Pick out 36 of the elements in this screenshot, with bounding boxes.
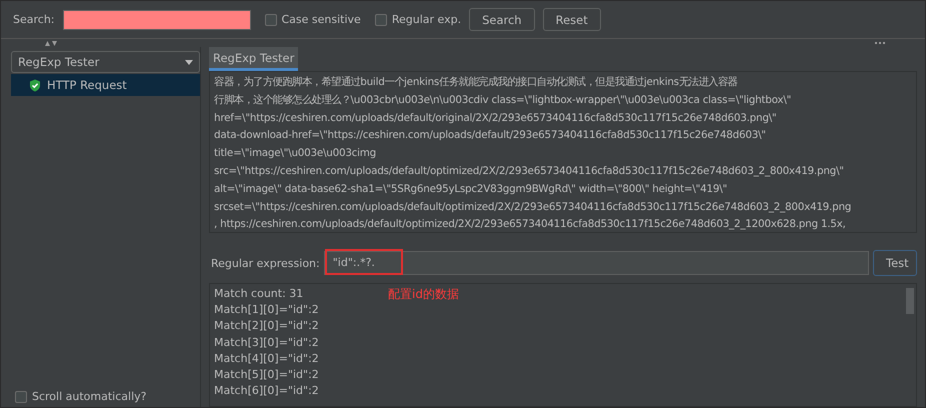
regular-exp-checkbox[interactable]: Regular exp. bbox=[374, 13, 462, 26]
response-line: , https://ceshiren.com/uploads/default/optimized/2X/2/293e6573404116cfa8d530c117f15c26e748d603_2_1200x628.png 1.5x, bbox=[214, 217, 847, 232]
response-line: href=\"https://ceshiren.com/uploads/default/original/2X/2/293e6573404116cfa8d530c117f15c26e748d603.png\" bbox=[214, 110, 778, 126]
result-line: Match count: 31 bbox=[214, 286, 304, 302]
result-line: Match[1][0]="id":2 bbox=[214, 302, 319, 318]
case-sensitive-checkbox[interactable]: Case sensitive bbox=[264, 13, 361, 26]
regex-label: Regular expression: bbox=[211, 256, 320, 270]
tree-item[interactable]: HTTP Request bbox=[11, 74, 200, 96]
reset-button[interactable]: Reset bbox=[542, 8, 601, 31]
response-line: 行脚本，这个能够怎么处理么？\u003cbr\u003e\n\u003cdiv class=\"lightbox-wrapper\"\u003e\u003ca class=\"lightbox\" bbox=[214, 92, 792, 108]
search-label: Search: bbox=[13, 13, 54, 26]
result-line: Match[6][0]="id":2 bbox=[214, 383, 319, 400]
response-line: srcset=\"https://ceshiren.com/uploads/default/optimized/2X/2/293e6573404116cfa8d530c117f15c26e748d603_2_800x419.png bbox=[214, 200, 852, 215]
response-text-area[interactable] bbox=[209, 71, 917, 233]
splitter-handle-icon[interactable] bbox=[875, 42, 885, 44]
test-button[interactable]: Test bbox=[873, 250, 917, 276]
response-line: data-download-href=\"https://ceshiren.com/uploads/default/293e6573404116cfa8d530c117f15c26e748d603\" bbox=[214, 128, 767, 144]
result-line: Match[3][0]="id":2 bbox=[214, 334, 319, 351]
response-line: src=\"https://ceshiren.com/uploads/default/optimized/2X/2/293e6573404116cfa8d530c117f15c26e748d603_2_800x419.png\" bbox=[214, 164, 845, 179]
response-line: title=\"image\"\u003e\u003cimg bbox=[214, 146, 377, 162]
search-button[interactable]: Search bbox=[469, 8, 535, 31]
result-line: Match[4][0]="id":2 bbox=[214, 350, 319, 367]
response-line: 容器，为了方便跑脚本，希望通过build一个jenkins任务就能完成我的接口自动化测试，但是我通过jenkins无法进入容器 bbox=[214, 75, 738, 90]
collapse-arrows-icon[interactable] bbox=[45, 40, 57, 46]
view-dropdown[interactable]: RegExp Tester bbox=[11, 51, 200, 73]
scroll-automatically-checkbox[interactable]: Scroll automatically? bbox=[15, 390, 200, 403]
tab[interactable]: RegExp Tester bbox=[209, 47, 298, 71]
regex-field[interactable]: "id":.*?. bbox=[324, 251, 869, 275]
response-line: alt=\"image\" data-base62-sha1=\"5SRg6ne95yLspc2V83ggm9BWgRd\" width=\"800\" height=\"419\" bbox=[214, 182, 728, 197]
caret-icon bbox=[185, 60, 193, 64]
search-field[interactable] bbox=[62, 10, 250, 30]
annotation-text: 配置id的数据 bbox=[388, 286, 459, 303]
result-line: Match[2][0]="id":2 bbox=[214, 318, 319, 334]
result-line: Match[5][0]="id":2 bbox=[214, 367, 319, 384]
scrollbar-thumb[interactable] bbox=[906, 288, 914, 314]
tree-item-label: HTTP Request bbox=[47, 78, 127, 92]
